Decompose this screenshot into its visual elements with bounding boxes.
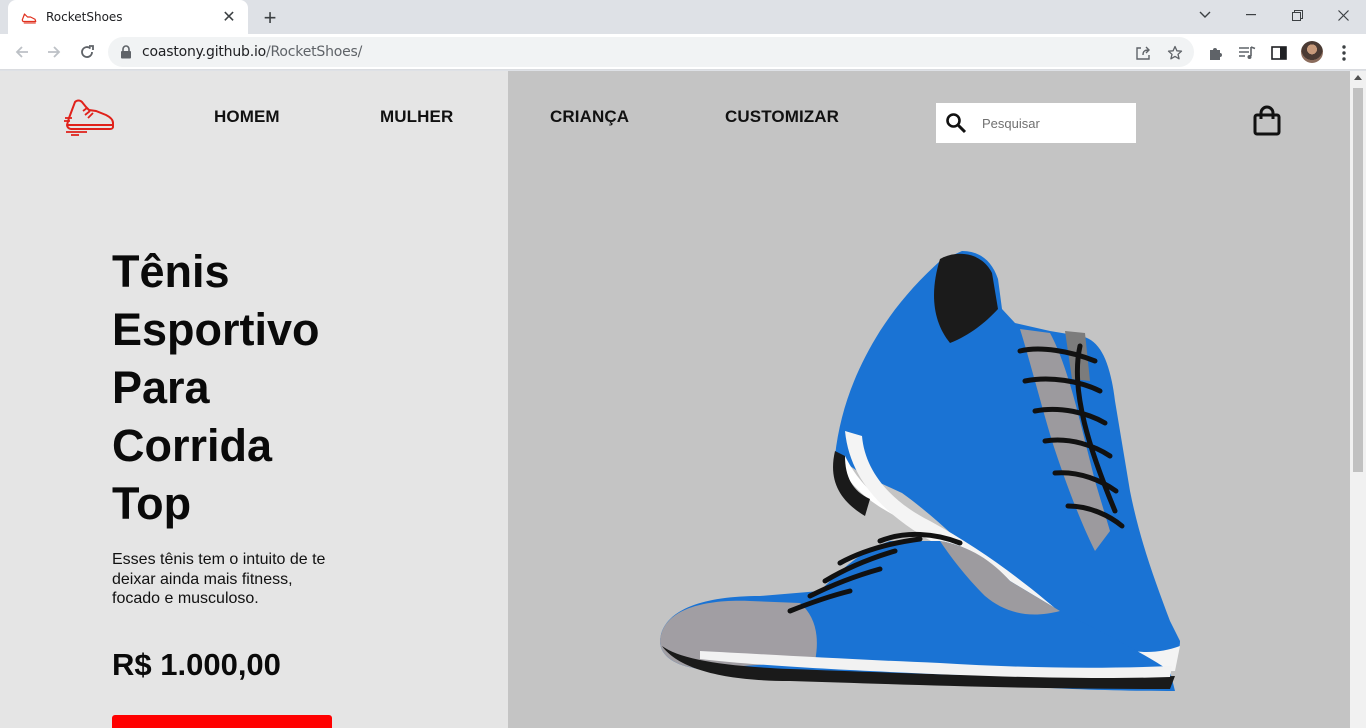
nav-link-customizar[interactable]: CUSTOMIZAR [725, 107, 839, 127]
rocketshoes-favicon-icon [20, 8, 38, 26]
menu-kebab-icon[interactable] [1334, 43, 1354, 63]
url-path: /RocketShoes/ [266, 44, 363, 60]
shopping-bag-icon[interactable] [1252, 105, 1282, 137]
hero-description: Esses tênis tem o intuito de te deixar a… [112, 550, 342, 609]
tab-search-icon[interactable] [1182, 0, 1228, 30]
search-icon[interactable] [945, 112, 967, 134]
new-tab-button[interactable]: + [258, 5, 282, 30]
hero-title-line: Top [112, 478, 192, 529]
close-tab-icon[interactable]: ✕ [220, 8, 238, 26]
search-input[interactable] [982, 115, 1122, 131]
scroll-up-arrow-icon[interactable] [1354, 75, 1362, 80]
browser-toolbar: coastony.github.io/RocketShoes/ [0, 34, 1366, 70]
address-bar[interactable]: coastony.github.io/RocketShoes/ [108, 37, 1194, 67]
reload-button[interactable] [75, 40, 99, 64]
tab-title: RocketShoes [46, 10, 123, 24]
page-viewport: HOMEM MULHER CRIANÇA CUSTOMIZAR Tênis Es… [0, 71, 1350, 728]
blue-running-sneakers-image [660, 251, 1180, 691]
hero-title: Tênis Esportivo Para Corrida Top [112, 243, 432, 533]
share-icon[interactable] [1134, 44, 1152, 62]
back-button[interactable] [10, 40, 34, 64]
close-window-button[interactable] [1320, 0, 1366, 30]
minimize-button[interactable] [1228, 0, 1274, 30]
nav-link-crianca[interactable]: CRIANÇA [550, 107, 629, 127]
bookmark-star-icon[interactable] [1166, 44, 1184, 62]
hero-title-line: Tênis [112, 246, 230, 297]
side-panel-icon[interactable] [1269, 43, 1289, 63]
media-control-icon[interactable] [1237, 43, 1257, 63]
buy-button[interactable] [112, 715, 332, 728]
product-price: R$ 1.000,00 [112, 647, 281, 682]
nav-link-mulher[interactable]: MULHER [380, 107, 453, 127]
hero-description-line: focado e musculoso. [112, 590, 259, 607]
extensions-puzzle-icon[interactable] [1206, 43, 1226, 63]
url-host: coastony.github.io [142, 44, 267, 60]
sneaker-logo-icon[interactable] [63, 98, 115, 136]
profile-avatar[interactable] [1301, 41, 1323, 63]
page-scrollbar[interactable] [1350, 71, 1366, 728]
hero-title-line: Corrida [112, 420, 273, 471]
url-text: coastony.github.io/RocketShoes/ [142, 44, 362, 60]
forward-button[interactable] [42, 40, 66, 64]
restore-button[interactable] [1274, 0, 1320, 30]
hero-title-line: Esportivo [112, 304, 320, 355]
scrollbar-thumb[interactable] [1353, 88, 1363, 472]
tab-strip: RocketShoes ✕ + [0, 0, 1366, 34]
nav-link-homem[interactable]: HOMEM [214, 107, 280, 127]
hero-description-line: deixar ainda mais fitness, [112, 570, 293, 588]
hero-title-line: Para [112, 362, 210, 413]
lock-icon[interactable] [120, 45, 134, 59]
hero-description-line: Esses tênis tem o intuito de te [112, 551, 326, 568]
browser-tab[interactable]: RocketShoes ✕ [8, 0, 248, 34]
search-box[interactable] [936, 103, 1136, 143]
